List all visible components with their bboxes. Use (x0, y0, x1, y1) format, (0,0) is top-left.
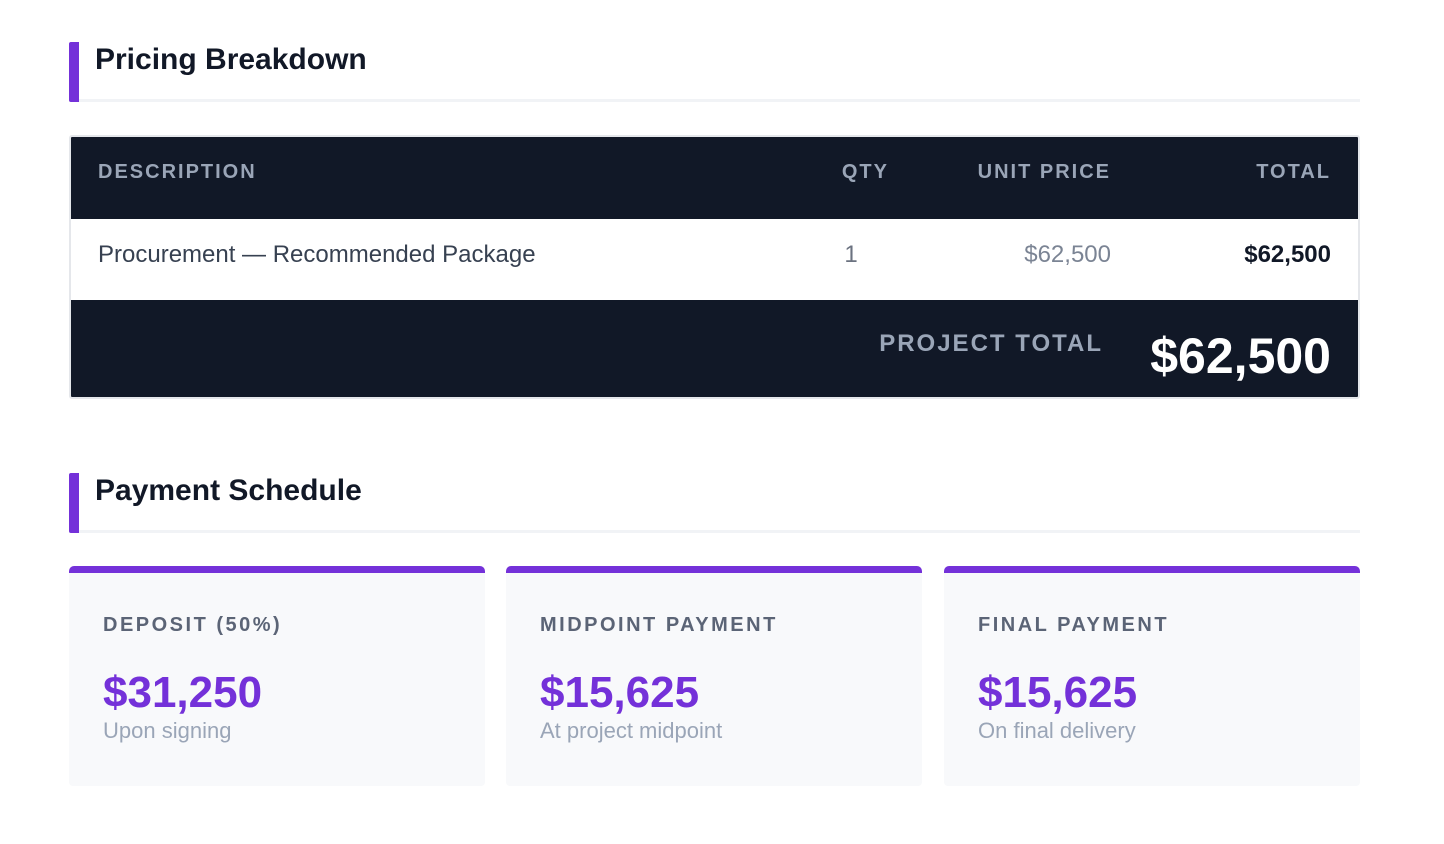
payment-schedule-title: Payment Schedule (95, 474, 362, 507)
column-header-total: TOTAL (1256, 161, 1331, 183)
table-header-row: DESCRIPTION QTY UNIT PRICE TOTAL (71, 137, 1358, 219)
payment-card-note: Upon signing (103, 718, 232, 743)
section-accent-bar (69, 42, 79, 102)
payment-card-label: FINAL PAYMENT (978, 614, 1170, 636)
payment-card-amount: $31,250 (103, 668, 263, 717)
column-header-unit-price: UNIT PRICE (977, 161, 1111, 183)
payment-card-label: DEPOSIT (50%) (103, 614, 283, 636)
row-description: Procurement — Recommended Package (98, 241, 536, 268)
row-qty: 1 (844, 241, 858, 268)
pricing-breakdown-title: Pricing Breakdown (95, 43, 367, 76)
project-total-label: PROJECT TOTAL (879, 330, 1103, 357)
payment-card-amount: $15,625 (540, 668, 700, 717)
row-total: $62,500 (1244, 241, 1331, 268)
payment-card-label: MIDPOINT PAYMENT (540, 614, 778, 636)
payment-card-deposit: DEPOSIT (50%) $31,250 Upon signing (69, 566, 485, 786)
payment-cards: DEPOSIT (50%) $31,250 Upon signing MIDPO… (69, 566, 1360, 786)
payment-section-header: Payment Schedule (69, 473, 1360, 533)
pricing-section-header: Pricing Breakdown (69, 42, 1360, 102)
column-header-description: DESCRIPTION (98, 161, 257, 183)
table-row: Procurement — Recommended Package 1 $62,… (71, 219, 1358, 300)
payment-card-final: FINAL PAYMENT $15,625 On final delivery (944, 566, 1360, 786)
project-total-value: $62,500 (1150, 328, 1331, 384)
column-header-qty: QTY (841, 161, 889, 183)
payment-card-note: On final delivery (978, 718, 1136, 743)
pricing-table: DESCRIPTION QTY UNIT PRICE TOTAL Procure… (69, 135, 1360, 399)
payment-card-midpoint: MIDPOINT PAYMENT $15,625 At project midp… (506, 566, 922, 786)
project-total-row: PROJECT TOTAL $62,500 (71, 300, 1358, 397)
payment-card-note: At project midpoint (540, 718, 723, 743)
section-accent-bar (69, 473, 79, 533)
payment-card-amount: $15,625 (978, 668, 1138, 717)
row-unit-price: $62,500 (1024, 241, 1111, 268)
proposal-page: Pricing Breakdown DESCRIPTION QTY UNIT P… (0, 0, 1444, 844)
